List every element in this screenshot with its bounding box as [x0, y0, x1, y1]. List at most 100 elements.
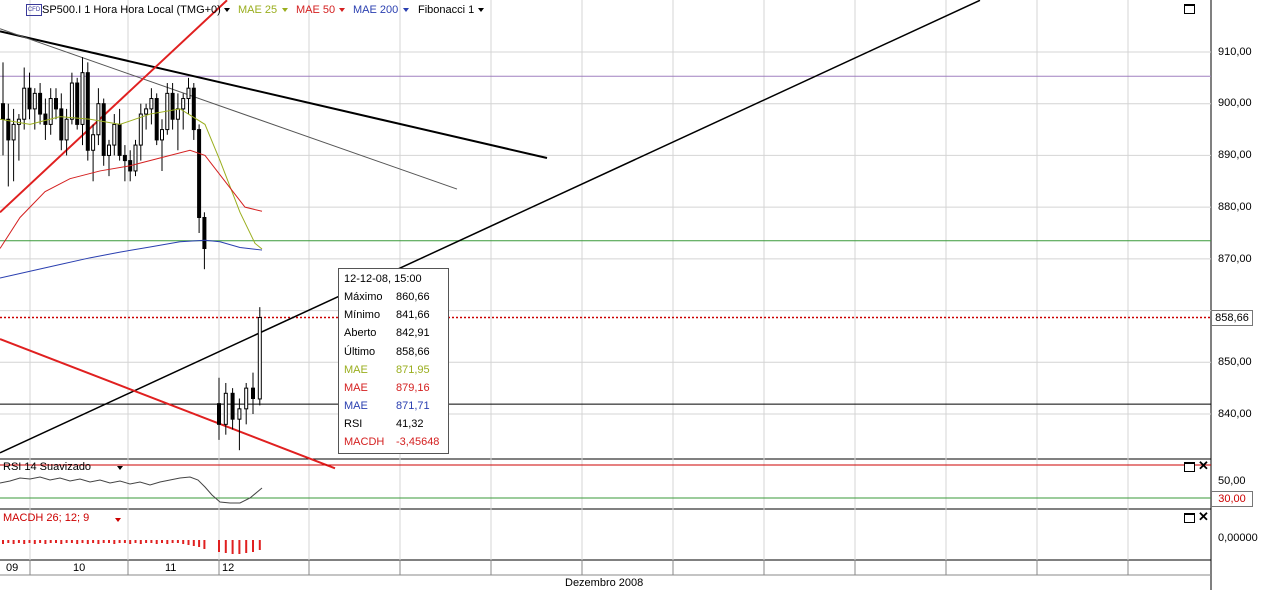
candle-body: [175, 108, 180, 120]
price-tick: 840,00: [1218, 408, 1252, 420]
day-label: 09: [6, 562, 19, 574]
tooltip-label-mae50: MAE: [344, 382, 368, 394]
candle-body: [101, 103, 106, 156]
candle-body: [144, 108, 149, 115]
candle-body: [191, 87, 196, 131]
candle-body: [149, 98, 154, 110]
candle-body: [138, 113, 143, 146]
candle-body: [38, 92, 43, 115]
candle-body: [197, 129, 202, 218]
candle-body: [244, 387, 249, 410]
price-tick: 850,00: [1218, 356, 1252, 368]
fibonacci-label[interactable]: Fibonacci 1: [418, 3, 474, 17]
candle-body: [80, 72, 85, 125]
candle-body: [133, 144, 138, 172]
macd-dropdown-icon[interactable]: [115, 518, 121, 522]
tooltip-label-min: Mínimo: [344, 309, 381, 321]
candle-body: [6, 118, 11, 141]
price-tick: 900,00: [1218, 97, 1252, 109]
tooltip-value-rsi: 41,32: [396, 418, 424, 430]
candle-body: [48, 98, 53, 125]
tooltip-value-last: 858,66: [396, 346, 430, 358]
candle-body: [96, 103, 101, 136]
candle-body: [64, 118, 69, 141]
indicator-mae25-label[interactable]: MAE 25: [238, 3, 277, 17]
day-label: 11: [165, 562, 177, 574]
trendline-red-down: [0, 338, 336, 470]
candle-body: [69, 82, 74, 120]
indicator-mae50-dropdown-icon[interactable]: [339, 8, 345, 12]
rsi-close-icon[interactable]: ✕: [1198, 459, 1209, 472]
candle-body: [154, 98, 159, 141]
candle-body: [160, 129, 164, 141]
price-tick: 870,00: [1218, 253, 1252, 265]
tooltip-label-open: Aberto: [344, 327, 377, 339]
day-label: 10: [73, 562, 86, 574]
rsi-maximize-icon[interactable]: [1184, 462, 1195, 472]
symbol-label[interactable]: SP500.I 1 Hora Hora Local (TMG+0): [42, 3, 221, 17]
price-tick: 890,00: [1218, 149, 1252, 161]
candle-body: [117, 123, 122, 156]
candle-body: [257, 317, 262, 400]
candle-body: [54, 98, 58, 110]
candle-body: [186, 87, 191, 100]
month-label: Dezembro 2008: [565, 577, 644, 589]
tooltip-label-last: Último: [344, 346, 376, 358]
tooltip-label-mae200: MAE: [344, 400, 368, 412]
fibonacci-dropdown-icon[interactable]: [478, 8, 484, 12]
indicator-mae25-dropdown-icon[interactable]: [282, 8, 288, 12]
rsi-panel-title[interactable]: RSI 14 Suavizado: [3, 461, 91, 474]
candle-body: [122, 154, 127, 162]
candle-body: [91, 134, 96, 151]
macd-maximize-icon[interactable]: [1184, 513, 1195, 523]
candle-body: [112, 123, 117, 146]
rsi-level-badge: 30,00: [1211, 491, 1253, 507]
rsi-dropdown-icon[interactable]: [117, 466, 123, 470]
indicator-mae200-label[interactable]: MAE 200: [353, 3, 398, 17]
candle-body: [59, 108, 64, 141]
price-tick: 880,00: [1218, 201, 1252, 213]
candle-body: [181, 98, 186, 110]
candle-body: [107, 144, 111, 156]
rsi-tick: 50,00: [1218, 475, 1246, 487]
rsi-line: [0, 476, 263, 504]
candle-body: [1, 103, 5, 120]
ohlc-tooltip: 12-12-08, 15:00 Máximo 860,66 Mínimo 841…: [338, 268, 449, 454]
tooltip-label-max: Máximo: [344, 291, 383, 303]
candle-body: [217, 403, 221, 425]
candle-body: [251, 387, 255, 399]
cfd-logo-icon: CFD: [26, 4, 42, 16]
day-label: 12: [222, 562, 235, 574]
macd-tick: 0,00000: [1218, 532, 1258, 544]
indicator-mae50-label[interactable]: MAE 50: [296, 3, 335, 17]
tooltip-label-macdh: MACDH: [344, 436, 385, 448]
candle-body: [11, 123, 16, 141]
candle-body: [223, 392, 228, 425]
tooltip-value-macdh: -3,45648: [396, 436, 440, 448]
macd-panel-title[interactable]: MACDH 26; 12; 9: [3, 512, 89, 525]
main-panel-maximize-icon[interactable]: [1184, 4, 1195, 14]
indicator-mae200-dropdown-icon[interactable]: [403, 8, 409, 12]
trendline-long: [0, 0, 981, 454]
candle-body: [202, 216, 207, 250]
tooltip-date: 12-12-08, 15:00: [344, 273, 422, 285]
candle-body: [237, 408, 242, 420]
tooltip-value-max: 860,66: [396, 291, 430, 303]
candle-body: [27, 87, 32, 110]
chart-canvas[interactable]: [0, 0, 1271, 590]
candle-body: [170, 92, 175, 120]
symbol-dropdown-icon[interactable]: [224, 8, 230, 12]
tooltip-value-mae25: 871,95: [396, 364, 430, 376]
candle-body: [230, 392, 235, 420]
trendline-thin: [0, 28, 458, 190]
tooltip-label-rsi: RSI: [344, 418, 363, 430]
tooltip-value-mae200: 871,71: [396, 400, 430, 412]
tooltip-value-open: 842,91: [396, 327, 430, 339]
price-tick: 910,00: [1218, 46, 1252, 58]
candle-body: [22, 87, 27, 120]
tooltip-value-min: 841,66: [396, 309, 430, 321]
tooltip-value-mae50: 879,16: [396, 382, 430, 394]
macd-close-icon[interactable]: ✕: [1198, 510, 1209, 523]
candle-body: [32, 92, 37, 110]
candle-body: [43, 113, 48, 125]
